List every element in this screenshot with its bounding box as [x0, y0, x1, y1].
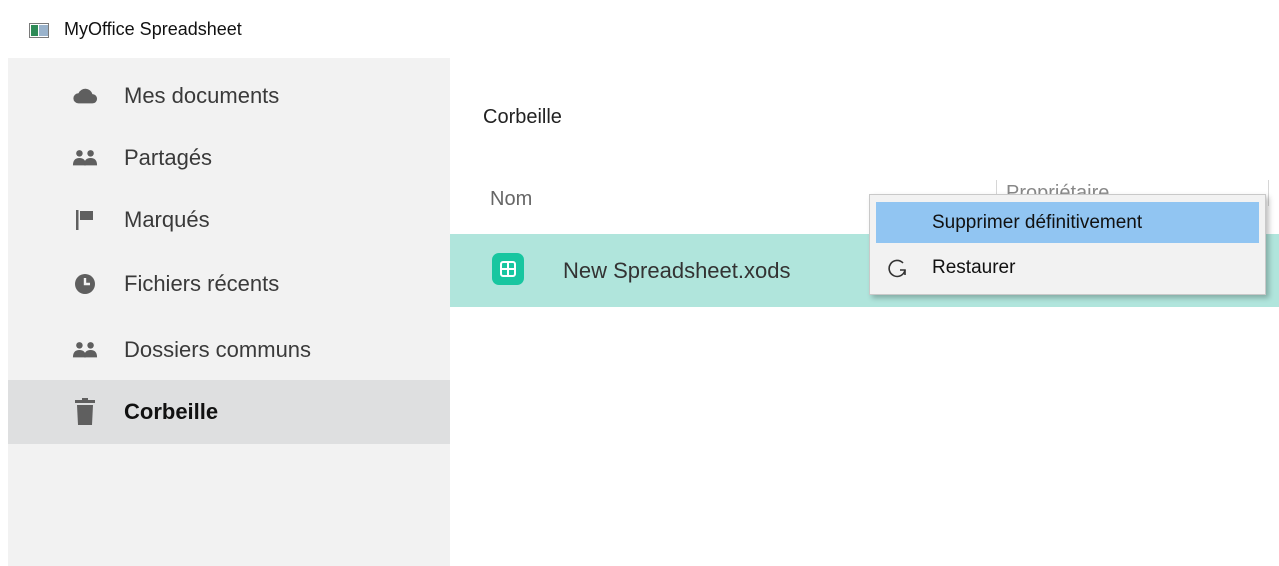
sidebar-item-label: Marqués	[124, 207, 210, 232]
column-divider[interactable]	[1268, 180, 1269, 206]
people-icon	[72, 145, 98, 171]
cloud-icon	[72, 83, 98, 109]
sidebar-item-dossiers-communs[interactable]: Dossiers communs	[8, 318, 450, 382]
sidebar-item-label: Dossiers communs	[124, 337, 312, 362]
menu-item-label: Supprimer définitivement	[932, 211, 1143, 233]
spreadsheet-file-icon	[492, 253, 524, 285]
window-title: MyOffice Spreadsheet	[64, 19, 242, 39]
page-title: Corbeille	[483, 106, 562, 128]
file-name: New Spreadsheet.xods	[563, 258, 791, 283]
sidebar-item-marques[interactable]: Marqués	[8, 188, 450, 252]
title-bar: MyOffice Spreadsheet	[0, 0, 1279, 58]
menu-item-delete-permanently[interactable]: Supprimer définitivement	[876, 202, 1259, 243]
app-window-icon	[29, 23, 49, 38]
column-header-name[interactable]: Nom	[490, 188, 532, 211]
sidebar-item-label: Fichiers récents	[124, 271, 280, 296]
menu-item-label: Restaurer	[932, 256, 1016, 278]
people-icon	[72, 337, 98, 363]
sidebar-item-partages[interactable]: Partagés	[8, 126, 450, 190]
main-content: Corbeille Nom Propriétaire New Spreadshe…	[450, 58, 1279, 566]
clock-icon	[72, 271, 98, 297]
sidebar-item-fichiers-recents[interactable]: Fichiers récents	[8, 252, 450, 316]
sidebar-item-label: Corbeille	[124, 399, 219, 424]
restore-icon	[886, 257, 908, 279]
sidebar-item-label: Partagés	[124, 145, 213, 170]
sidebar-item-corbeille[interactable]: Corbeille	[8, 380, 450, 444]
flag-icon	[72, 207, 98, 233]
context-menu: Supprimer définitivement Restaurer	[869, 194, 1266, 295]
trash-icon	[72, 398, 98, 425]
sidebar-item-label: Mes documents	[124, 83, 280, 108]
sidebar: Mes documents Partagés Marqués Fichiers …	[8, 58, 450, 566]
menu-item-restore[interactable]: Restaurer	[876, 247, 1259, 288]
sidebar-item-mes-documents[interactable]: Mes documents	[8, 64, 450, 128]
